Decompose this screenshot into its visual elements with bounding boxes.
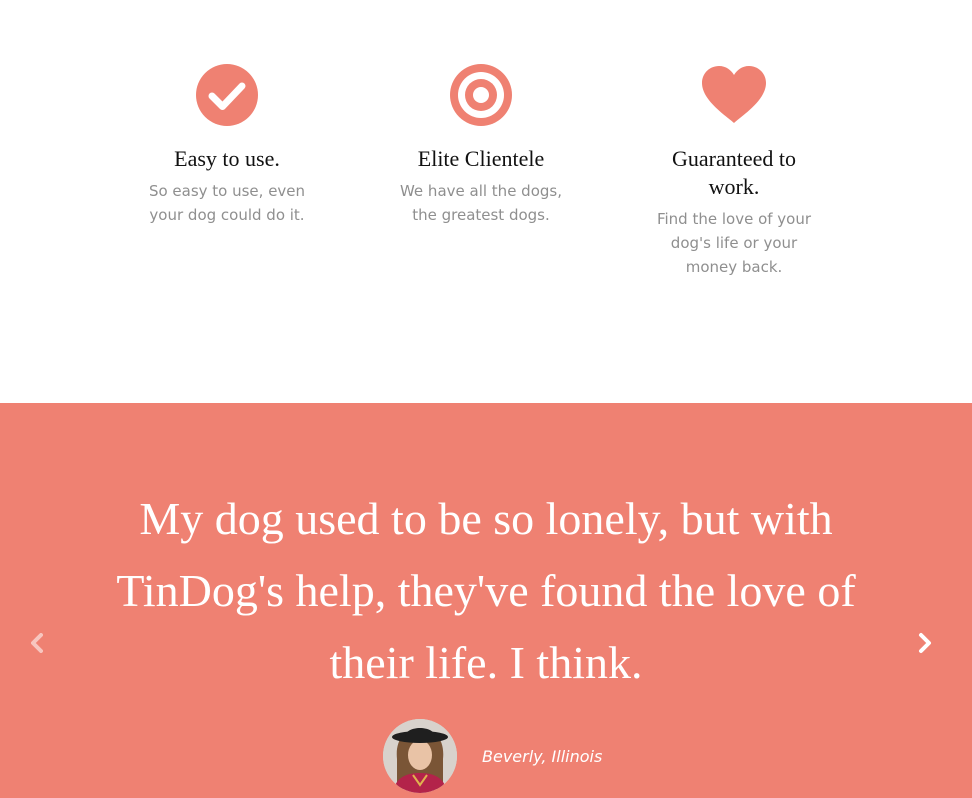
feature-easy-to-use: Easy to use. So easy to use, even your d… xyxy=(127,63,327,227)
features-section: Easy to use. So easy to use, even your d… xyxy=(0,0,972,403)
feature-description: So easy to use, even your dog could do i… xyxy=(148,182,306,224)
testimonial-carousel: My dog used to be so lonely, but with Ti… xyxy=(0,403,972,798)
author-name: Beverly, Illinois xyxy=(482,746,603,766)
avatar-portrait xyxy=(383,719,457,793)
testimonial-author: Beverly, Illinois xyxy=(383,719,602,793)
feature-title: Guaranteed to work. xyxy=(672,146,796,199)
feature-description: Find the love of your dog's life or your… xyxy=(656,210,812,276)
check-circle-icon xyxy=(196,64,258,126)
feature-guaranteed: Guaranteed to work. Find the love of you… xyxy=(634,63,834,279)
heart-icon xyxy=(702,66,766,123)
bullseye-icon xyxy=(450,64,512,126)
feature-title: Elite Clientele xyxy=(417,146,545,171)
chevron-left-icon[interactable] xyxy=(26,631,50,655)
avatar xyxy=(383,719,457,793)
chevron-right-icon[interactable] xyxy=(912,631,936,655)
feature-description: We have all the dogs, the greatest dogs. xyxy=(399,182,562,224)
feature-elite-clientele: Elite Clientele We have all the dogs, th… xyxy=(381,63,581,227)
testimonial-quote: My dog used to be so lonely, but with Ti… xyxy=(116,493,856,688)
feature-title: Easy to use. xyxy=(174,146,280,171)
